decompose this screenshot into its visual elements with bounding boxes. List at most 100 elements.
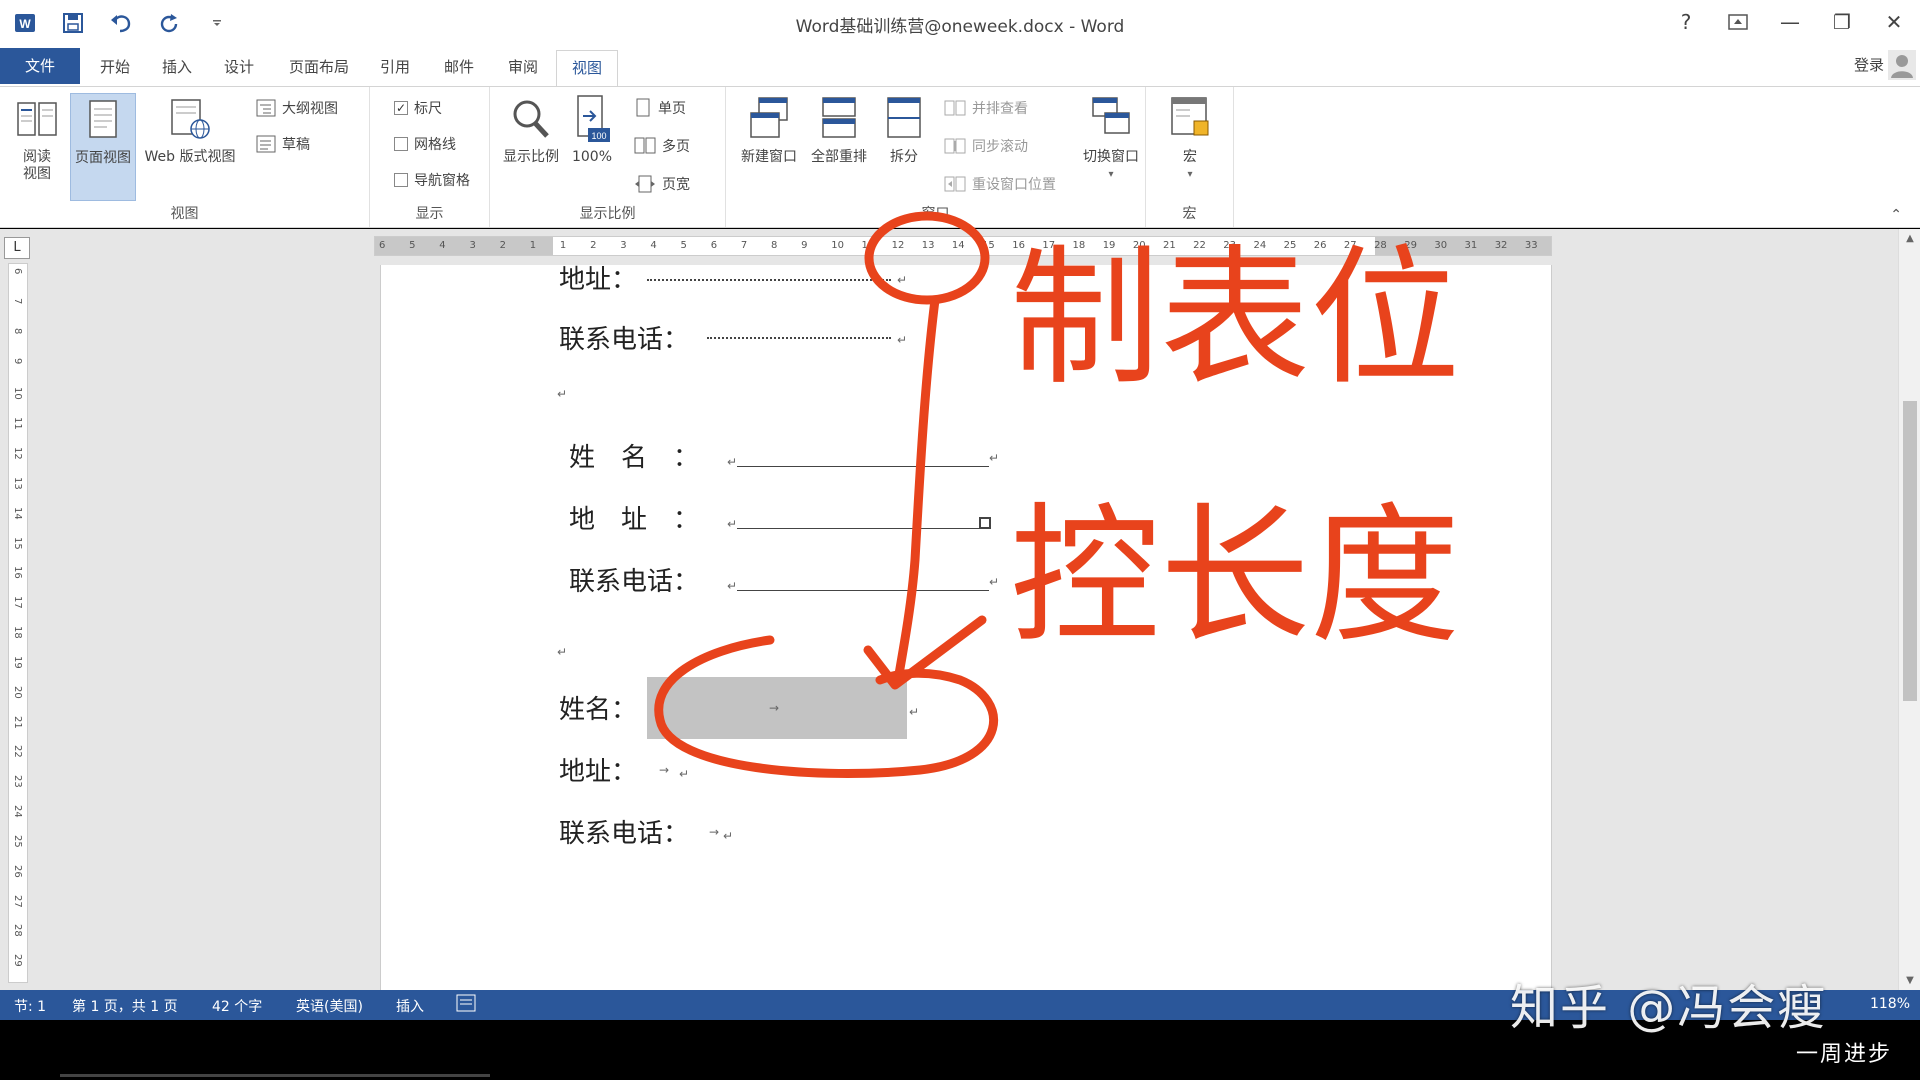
outline-icon <box>256 99 276 117</box>
address-label-2: 地 址 ： <box>569 505 700 535</box>
print-layout-button[interactable]: 页面视图 <box>70 93 136 201</box>
minimize-button[interactable]: — <box>1764 0 1816 44</box>
page-indicator[interactable]: 第 1 页，共 1 页 <box>72 996 178 1016</box>
avatar[interactable] <box>1888 50 1916 80</box>
ruler-tick-label: 33 <box>1524 240 1538 251</box>
name-line-2: 姓 名 ： <box>569 437 699 474</box>
horizontal-ruler[interactable]: 6 5 4 3 2 1 1 2 3 4 5 6 7 8 9 10 11 12 13 14 15 16 17 18 19 20 21 2… <box>374 236 1552 256</box>
ruler-tick-label: 22 <box>1193 240 1206 251</box>
help-button[interactable]: ? <box>1660 0 1712 44</box>
ruler-tick-label: 26 <box>1313 240 1327 251</box>
zoom-100-label: 100% <box>571 149 613 165</box>
macros-group: 宏 ▾ 宏 <box>1146 87 1234 227</box>
views-group: 阅读 视图 页面视图 Web 版式视图 大纲视图 草稿 视图 <box>0 87 370 227</box>
ruler-tick-label: 2 <box>499 240 506 251</box>
address-line-3: 地址： <box>559 751 637 788</box>
draft-button[interactable]: 草稿 <box>256 133 310 155</box>
language-indicator[interactable]: 英语(美国) <box>296 996 363 1016</box>
navigation-pane-checkbox[interactable]: 导航窗格 <box>394 169 470 191</box>
reset-window-label: 重设窗口位置 <box>972 177 1056 193</box>
paragraph-mark: ↵ <box>727 517 738 531</box>
page-width-icon <box>635 175 655 193</box>
vertical-scrollbar[interactable]: ▲ ▼ <box>1898 229 1920 990</box>
macro-recording-icon[interactable] <box>456 994 476 1016</box>
zoom-100-button[interactable]: 100 100% <box>566 93 618 166</box>
tab-references[interactable]: 引用 <box>368 50 422 84</box>
section-indicator[interactable]: 节: 1 <box>14 996 46 1016</box>
tab-home[interactable]: 开始 <box>88 50 142 84</box>
vruler-tick-label: 14 <box>12 506 23 520</box>
tab-review[interactable]: 审阅 <box>496 50 550 84</box>
ribbon-display-options-icon[interactable] <box>1712 0 1764 44</box>
ruler-tick-label: 14 <box>951 240 965 251</box>
vruler-tick-label: 24 <box>12 805 23 818</box>
sync-scroll-label: 同步滚动 <box>972 139 1028 155</box>
view-side-by-side-button[interactable]: 并排查看 <box>944 97 1028 119</box>
read-mode-button[interactable]: 阅读 视图 <box>6 93 68 183</box>
vruler-tick-label: 21 <box>12 715 23 729</box>
scroll-down-icon[interactable]: ▼ <box>1899 975 1920 986</box>
magnifier-icon <box>507 93 555 145</box>
restore-button[interactable]: ❐ <box>1816 0 1868 44</box>
scrollbar-thumb[interactable] <box>1903 401 1917 701</box>
macros-dropdown-icon: ▾ <box>1187 169 1193 180</box>
reset-window-position-button[interactable]: 重设窗口位置 <box>944 173 1056 195</box>
multiple-pages-label: 多页 <box>662 139 690 155</box>
ruler-tick-label: 30 <box>1434 240 1448 251</box>
show-group: ✓ 标尺 网格线 导航窗格 显示 <box>370 87 490 227</box>
zoom-level[interactable]: 118% <box>1870 996 1910 1012</box>
tab-view[interactable]: 视图 <box>556 50 618 86</box>
name-underline-2 <box>737 465 989 467</box>
vertical-ruler[interactable]: 6 7 8 9 10 11 12 13 14 15 16 17 18 19 20 21 22 23 24 25 26 27… <box>8 263 28 983</box>
scroll-up-icon[interactable]: ▲ <box>1899 233 1920 244</box>
tab-mailings[interactable]: 邮件 <box>432 50 486 84</box>
tab-mark: → <box>709 825 720 839</box>
vruler-tick-label: 28 <box>12 924 23 938</box>
phone-underline-2 <box>737 589 989 591</box>
split-button[interactable]: 拆分 <box>876 93 932 166</box>
vruler-tick-label: 19 <box>12 655 23 669</box>
macros-label: 宏 <box>1183 149 1197 165</box>
vruler-tick-label: 7 <box>12 297 23 305</box>
gridlines-checkbox[interactable]: 网格线 <box>394 133 456 155</box>
web-layout-button[interactable]: Web 版式视图 <box>140 93 240 166</box>
ruler-tick-label: 29 <box>1404 240 1417 251</box>
tab-page-layout[interactable]: 页面布局 <box>280 50 358 84</box>
collapse-ribbon-icon[interactable]: ⌃ <box>1890 207 1902 223</box>
page-width-label: 页宽 <box>662 177 690 193</box>
zoom-button[interactable]: 显示比例 <box>498 93 564 166</box>
sign-in-link[interactable]: 登录 <box>1854 54 1884 75</box>
ruler-tick-label: 24 <box>1253 240 1267 251</box>
document-page[interactable]: 地址： ↵ 联系电话： ↵ ↵ 姓 名 ： ↵ ↵ 地 址 ： ↵ 联系电话： … <box>380 265 1552 990</box>
phone-label-1: 联系电话： <box>559 325 690 355</box>
switch-windows-button[interactable]: 切换窗口 ▾ <box>1076 93 1146 183</box>
page-width-button[interactable]: 页宽 <box>634 173 690 195</box>
ruler-checkbox[interactable]: ✓ 标尺 <box>394 97 442 119</box>
gridlines-label: 网格线 <box>414 137 456 153</box>
arrange-all-button[interactable]: 全部重排 <box>804 93 874 166</box>
tab-insert[interactable]: 插入 <box>150 50 204 84</box>
paragraph-mark: ↵ <box>989 575 1000 589</box>
ruler-tick-label: 28 <box>1374 240 1387 251</box>
title-bar: W Word基础训练营@oneweek.docx - Word ? — ❐ ✕ <box>0 0 1920 46</box>
macros-button[interactable]: 宏 ▾ <box>1158 93 1222 183</box>
vruler-tick-label: 29 <box>12 954 23 967</box>
insert-mode-indicator[interactable]: 插入 <box>396 996 424 1016</box>
address-line-2: 地 址 ： <box>569 499 699 536</box>
multiple-pages-button[interactable]: 多页 <box>634 135 690 157</box>
tab-selector-icon[interactable]: L <box>4 237 30 259</box>
one-page-button[interactable]: 单页 <box>634 97 686 119</box>
vruler-tick-label: 22 <box>12 745 23 759</box>
synchronous-scrolling-button[interactable]: 同步滚动 <box>944 135 1028 157</box>
outline-button[interactable]: 大纲视图 <box>256 97 338 119</box>
tab-file[interactable]: 文件 <box>0 48 80 84</box>
new-window-button[interactable]: 新建窗口 <box>734 93 804 166</box>
close-button[interactable]: ✕ <box>1868 0 1920 44</box>
ruler-tick-label: 5 <box>409 240 416 251</box>
word-count[interactable]: 42 个字 <box>212 996 262 1016</box>
name-line-3: 姓名： <box>559 689 637 726</box>
tab-design[interactable]: 设计 <box>212 50 266 84</box>
zoom-group-label: 显示比例 <box>579 206 636 222</box>
phone-leader-1 <box>707 337 891 339</box>
ruler-tick-label: 4 <box>650 240 657 251</box>
